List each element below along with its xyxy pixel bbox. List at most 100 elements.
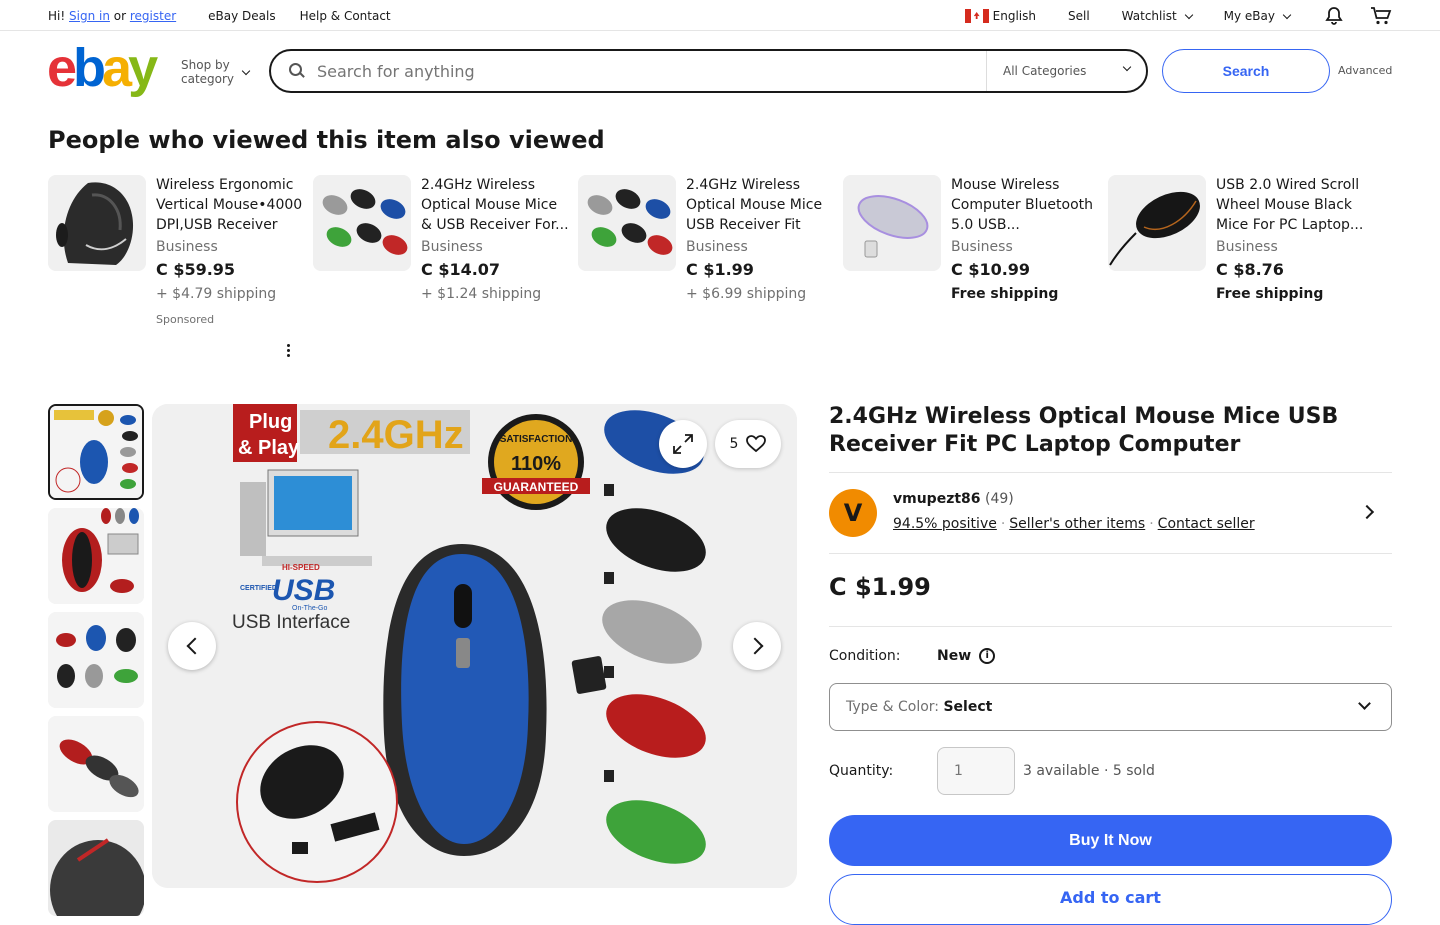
language-selector[interactable]: English <box>964 9 1036 23</box>
seller-links: 94.5% positive · Seller's other items · … <box>893 516 1255 532</box>
chevron-left-icon <box>186 637 203 655</box>
chevron-right-icon[interactable] <box>1359 504 1375 520</box>
watchlist-menu[interactable]: Watchlist <box>1121 9 1193 23</box>
reco-item-shipping: + $4.79 shipping <box>156 286 277 302</box>
reco-item-price: C $14.07 <box>421 260 501 279</box>
next-image-button[interactable] <box>733 622 781 670</box>
main-product-image[interactable]: Plug & Play 2.4GHz SATISFACTION 110% GUA… <box>152 404 797 888</box>
seller-name[interactable]: vmupezt86 <box>893 491 981 507</box>
notification-bell-icon[interactable] <box>1324 6 1344 26</box>
reco-item-card[interactable]: Mouse Wireless Computer Bluetooth 5.0 US… <box>843 175 1108 335</box>
reco-item-image[interactable] <box>843 175 941 271</box>
condition-row: Condition: New i <box>829 648 996 664</box>
reco-item-image[interactable] <box>578 175 676 271</box>
thumbnail-image[interactable] <box>48 612 144 708</box>
reco-item-title[interactable]: Mouse Wireless Computer Bluetooth 5.0 US… <box>951 175 1101 235</box>
seal-bottom-text: GUARANTEED <box>494 480 579 494</box>
category-dropdown-value: All Categories <box>1003 64 1087 78</box>
reco-item-seller-type: Business <box>421 239 483 255</box>
cart-icon[interactable] <box>1370 6 1392 26</box>
my-ebay-menu[interactable]: My eBay <box>1223 9 1292 23</box>
language-label: English <box>992 9 1036 23</box>
reco-item-image[interactable] <box>313 175 411 271</box>
reco-item-shipping: + $6.99 shipping <box>686 286 807 302</box>
contact-seller-link[interactable]: Contact seller <box>1158 516 1255 532</box>
ebay-logo[interactable]: ebay <box>47 41 158 95</box>
reco-item-shipping: Free shipping <box>1216 286 1324 302</box>
reco-item-card[interactable]: USB 2.0 Wired Scroll Wheel Mouse Black M… <box>1108 175 1373 335</box>
reco-item-title[interactable]: USB 2.0 Wired Scroll Wheel Mouse Black M… <box>1216 175 1366 235</box>
register-link[interactable]: register <box>130 9 176 23</box>
divider <box>829 626 1392 627</box>
thumbnail-image[interactable] <box>48 716 144 812</box>
divider <box>829 553 1392 554</box>
reco-item-title[interactable]: 2.4GHz Wireless Optical Mouse Mice & USB… <box>421 175 571 235</box>
shop-by-category-button[interactable]: Shop by category <box>181 58 251 86</box>
canada-flag-icon <box>964 9 989 23</box>
variation-select[interactable]: Type & Color: Select <box>829 683 1392 731</box>
advanced-search-link[interactable]: Advanced <box>1338 64 1392 77</box>
seller-other-items-link[interactable]: Seller's other items <box>1009 516 1145 532</box>
search-bar: All Categories <box>269 49 1148 93</box>
reco-item-card[interactable]: 2.4GHz Wireless Optical Mouse Mice USB R… <box>578 175 843 335</box>
previous-image-button[interactable] <box>168 622 216 670</box>
info-icon[interactable]: i <box>979 648 996 664</box>
divider <box>829 472 1392 473</box>
expand-icon <box>673 434 693 454</box>
product-price: C $1.99 <box>829 573 931 601</box>
play-text: & Play <box>238 437 300 459</box>
search-button[interactable]: Search <box>1162 49 1330 93</box>
reco-item-price: C $10.99 <box>951 260 1031 279</box>
seller-info[interactable]: V vmupezt86 (49) 94.5% positive · Seller… <box>829 489 1392 537</box>
watch-button[interactable]: 5 <box>715 420 781 468</box>
reco-item-seller-type: Business <box>686 239 748 255</box>
usb-interface-text: USB Interface <box>232 612 350 633</box>
sell-link[interactable]: Sell <box>1068 9 1090 23</box>
category-dropdown[interactable]: All Categories <box>986 51 1146 91</box>
chevron-down-icon <box>1282 10 1292 19</box>
reco-item-card[interactable]: 2.4GHz Wireless Optical Mouse Mice & USB… <box>313 175 578 335</box>
reco-item-shipping: + $1.24 shipping <box>421 286 542 302</box>
more-options-icon[interactable] <box>287 344 291 357</box>
also-viewed-carousel: Wireless Ergonomic Vertical Mouse•4000 D… <box>48 175 1373 335</box>
watchlist-label: Watchlist <box>1121 9 1177 23</box>
reco-item-title[interactable]: Wireless Ergonomic Vertical Mouse•4000 D… <box>156 175 306 235</box>
also-viewed-title: People who viewed this item also viewed <box>48 126 605 154</box>
my-ebay-label: My eBay <box>1223 9 1275 23</box>
reco-item-price: C $1.99 <box>686 260 754 279</box>
reco-item-seller-type: Business <box>156 239 218 255</box>
top-nav-bar: Hi! Sign in or register eBay Deals Help … <box>0 0 1440 31</box>
seller-avatar: V <box>829 489 877 537</box>
seller-name-line: vmupezt86 (49) <box>893 491 1014 507</box>
seller-positive-feedback-link[interactable]: 94.5% positive <box>893 516 997 532</box>
availability-text: 3 available · 5 sold <box>1023 763 1155 779</box>
search-icon <box>289 63 305 79</box>
thumbnail-image[interactable] <box>48 508 144 604</box>
chevron-right-icon <box>746 637 763 655</box>
thumbnail-image[interactable] <box>48 404 144 500</box>
chevron-down-icon <box>1122 62 1132 72</box>
reco-item-shipping: Free shipping <box>951 286 1059 302</box>
ebay-deals-link[interactable]: eBay Deals <box>208 9 275 23</box>
sign-in-link[interactable]: Sign in <box>69 9 110 23</box>
reco-item-image[interactable] <box>1108 175 1206 271</box>
help-contact-link[interactable]: Help & Contact <box>300 9 391 23</box>
search-input[interactable] <box>317 61 967 81</box>
reco-item-title[interactable]: 2.4GHz Wireless Optical Mouse Mice USB R… <box>686 175 836 235</box>
quantity-input[interactable] <box>937 747 1015 795</box>
quantity-label: Quantity: <box>829 763 894 779</box>
usb-logo-text: USB <box>272 574 335 607</box>
reco-item-image[interactable] <box>48 175 146 271</box>
seller-feedback-score: (49) <box>984 491 1014 507</box>
greeting-text: Hi! <box>48 9 66 23</box>
product-title: 2.4GHz Wireless Optical Mouse Mice USB R… <box>829 404 1339 457</box>
thumbnail-image[interactable] <box>48 820 144 916</box>
condition-value: New <box>937 648 972 664</box>
plug-text: Plug <box>249 411 292 433</box>
quantity-row: Quantity: 3 available · 5 sold <box>829 747 1155 795</box>
expand-image-button[interactable] <box>659 420 707 468</box>
reco-item-card[interactable]: Wireless Ergonomic Vertical Mouse•4000 D… <box>48 175 313 335</box>
buy-it-now-button[interactable]: Buy It Now <box>829 815 1392 866</box>
variation-value: Select <box>943 699 993 715</box>
chevron-down-icon <box>1358 697 1371 710</box>
